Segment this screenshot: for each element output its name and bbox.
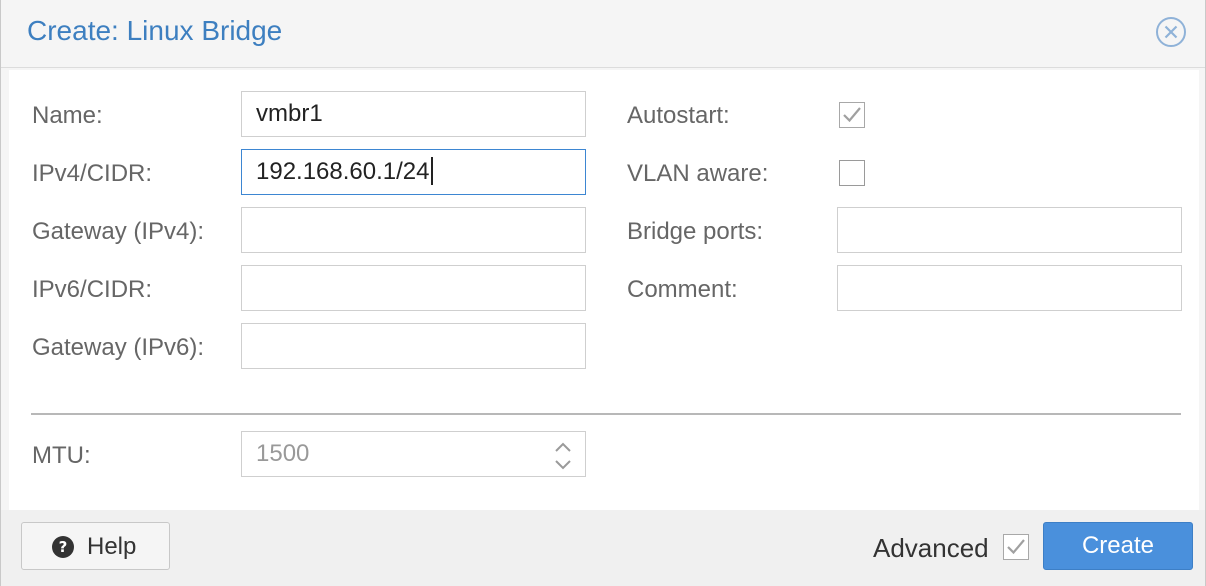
- advanced-checkbox[interactable]: [1003, 534, 1029, 560]
- spinner-arrows-icon: [555, 442, 571, 470]
- close-icon: [1156, 17, 1186, 47]
- text-cursor: [430, 156, 433, 185]
- gateway-ipv4-field[interactable]: [241, 207, 586, 253]
- vlan-aware-label: VLAN aware:: [627, 160, 769, 187]
- create-button[interactable]: Create: [1043, 522, 1193, 570]
- checkmark-icon: [843, 107, 861, 123]
- ipv4-cidr-label: IPv4/CIDR:: [32, 160, 153, 187]
- ipv4-cidr-field[interactable]: 192.168.60.1/24: [241, 149, 586, 195]
- comment-label: Comment:: [627, 276, 738, 303]
- ipv6-cidr-field[interactable]: [241, 265, 586, 311]
- gateway-ipv6-label: Gateway (IPv6):: [32, 334, 205, 361]
- gateway-ipv4-label: Gateway (IPv4):: [32, 218, 205, 245]
- mtu-field[interactable]: 1500: [241, 431, 586, 477]
- name-label: Name:: [32, 102, 103, 129]
- advanced-divider: [31, 413, 1181, 415]
- checkmark-icon: [1007, 539, 1025, 555]
- name-field[interactable]: vmbr1: [241, 91, 586, 137]
- help-label: Help: [87, 533, 137, 560]
- question-circle-icon: ?: [52, 536, 74, 558]
- vlan-aware-checkbox[interactable]: [839, 160, 865, 186]
- comment-field[interactable]: [837, 265, 1182, 311]
- bridge-ports-field[interactable]: [837, 207, 1182, 253]
- close-button[interactable]: [1155, 16, 1187, 48]
- ipv6-cidr-label: IPv6/CIDR:: [32, 276, 153, 303]
- mtu-placeholder: 1500: [256, 440, 310, 467]
- mtu-label: MTU:: [32, 442, 91, 469]
- autostart-checkbox[interactable]: [839, 102, 865, 128]
- mtu-spinner[interactable]: [552, 438, 574, 474]
- gateway-ipv6-field[interactable]: [241, 323, 586, 369]
- help-button[interactable]: ? Help: [21, 522, 170, 570]
- name-value: vmbr1: [256, 100, 323, 127]
- bridge-ports-label: Bridge ports:: [627, 218, 764, 245]
- advanced-label: Advanced: [873, 533, 989, 563]
- dialog-title: Create: Linux Bridge: [27, 15, 283, 46]
- ipv4-cidr-value: 192.168.60.1/24: [256, 158, 430, 185]
- autostart-label: Autostart:: [627, 102, 730, 129]
- create-linux-bridge-dialog: Create: Linux Bridge Name: vmbr1 IPv4/CI…: [0, 0, 1206, 586]
- dialog-header: Create: Linux Bridge: [1, 0, 1205, 68]
